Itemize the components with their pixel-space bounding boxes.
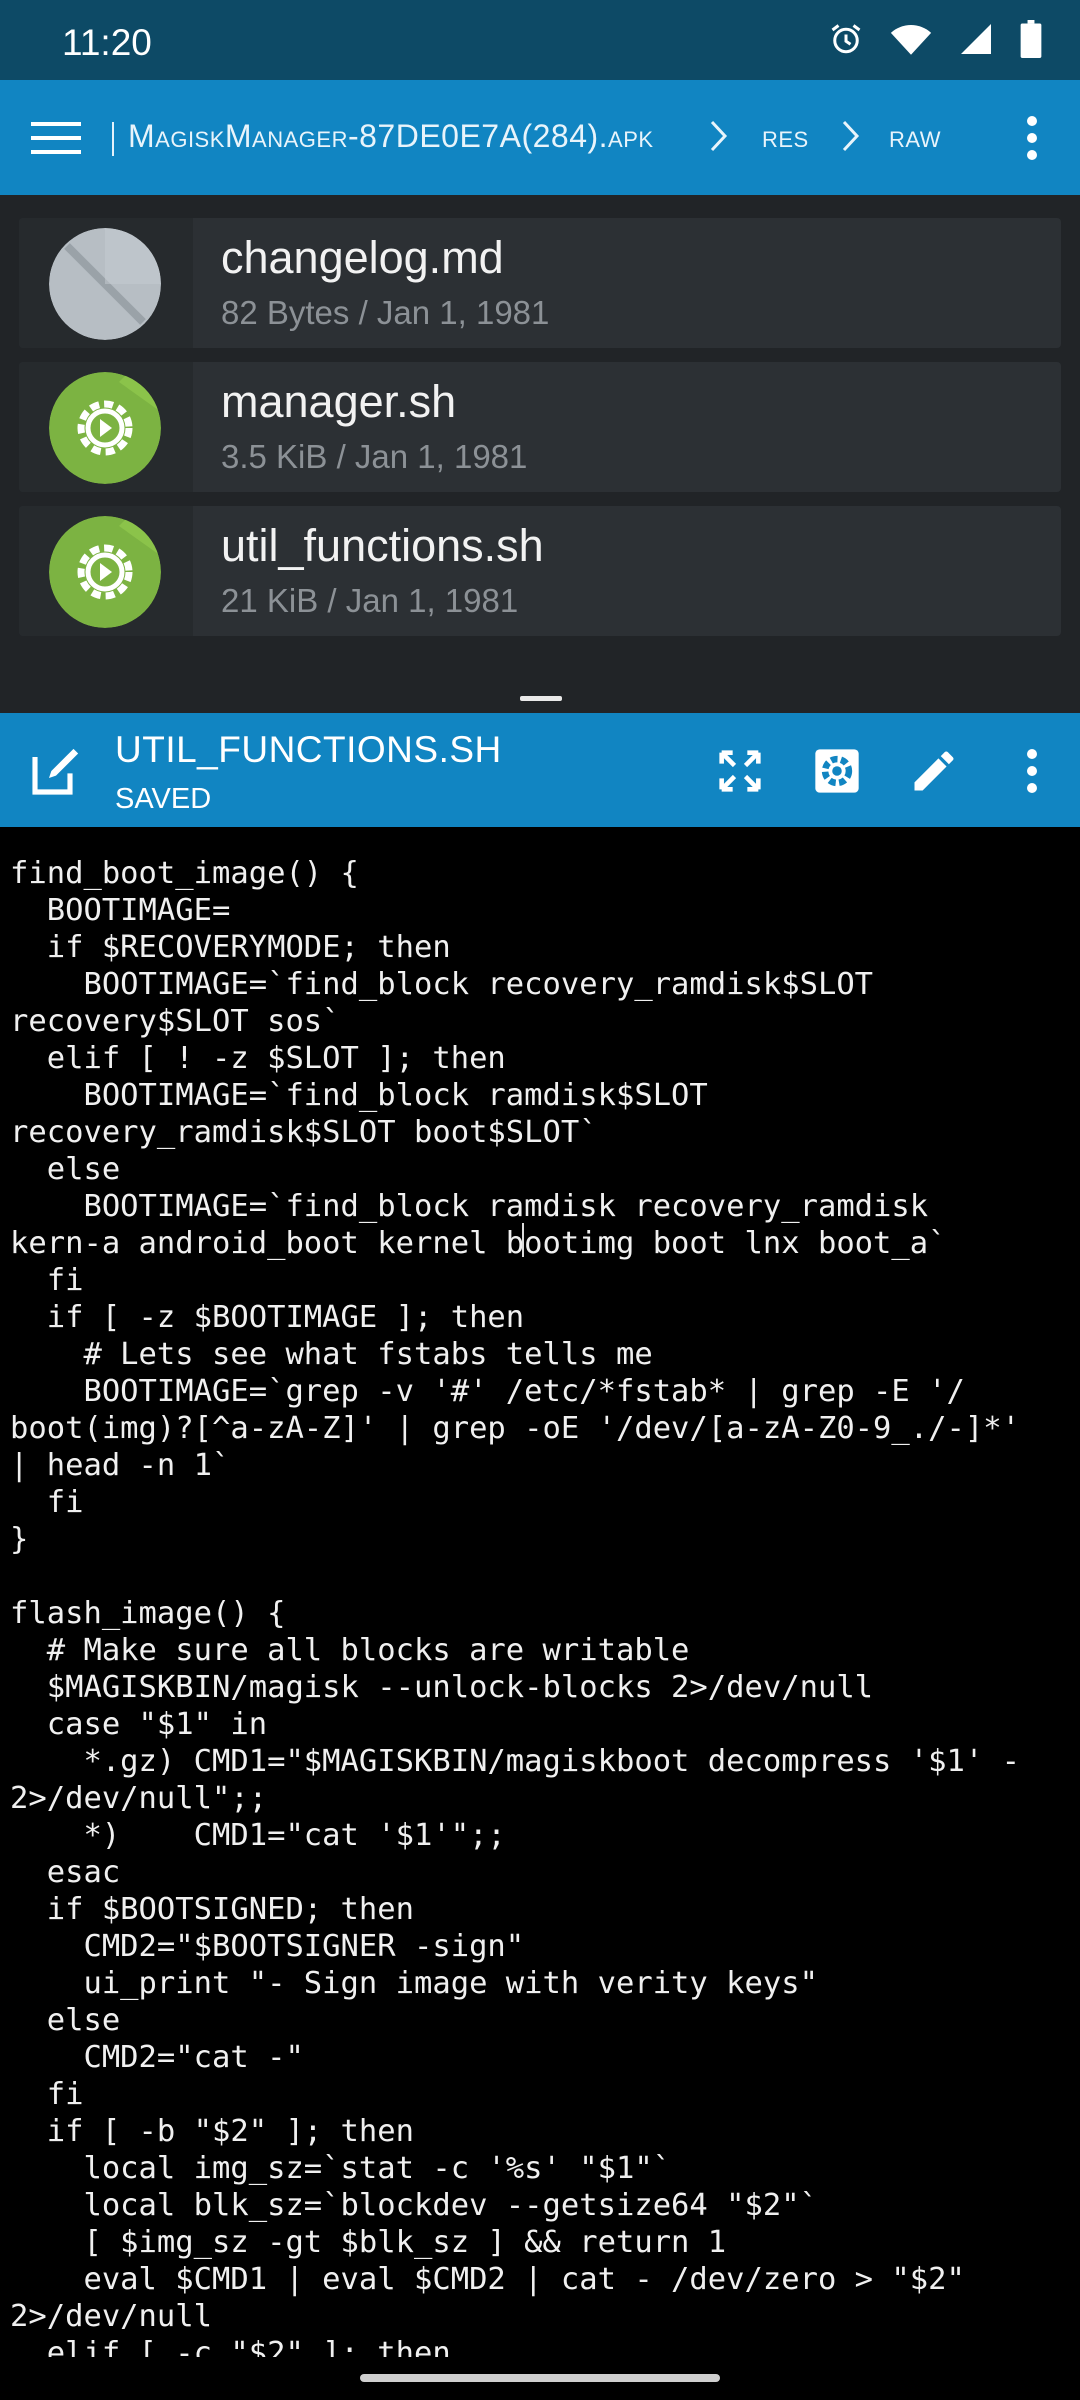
script-file-icon [49,372,161,484]
file-meta: 82 Bytes / Jan 1, 1981 [221,294,550,331]
app-toolbar: MagiskManager-87DE0E7A(284).apk res raw [0,80,1080,195]
chevron-right-icon [840,118,862,159]
split-divider[interactable] [0,685,1080,713]
breadcrumb-res[interactable]: res [762,118,809,155]
editor-header: UTIL_FUNCTIONS.SH SAVED [0,713,1080,827]
script-file-icon [49,516,161,628]
file-item-changelog[interactable]: changelog.md 82 Bytes / Jan 1, 1981 [19,218,1061,348]
status-time: 11:20 [62,22,152,63]
drag-handle[interactable] [520,696,562,701]
file-item-manager[interactable]: manager.sh 3.5 KiB / Jan 1, 1981 [19,362,1061,492]
navigation-bar [0,2357,1080,2400]
file-thumbnail [19,218,193,348]
edit-file-icon [28,743,84,804]
chevron-right-icon [708,118,730,159]
file-meta: 3.5 KiB / Jan 1, 1981 [221,438,528,475]
battery-icon [1020,20,1042,58]
status-bar: 11:20 [0,0,1080,80]
more-vert-icon[interactable] [1002,741,1062,801]
hamburger-menu-icon[interactable] [28,110,84,166]
breadcrumb-raw[interactable]: raw [889,118,941,155]
text-cursor [522,1223,524,1257]
alarm-icon [828,21,864,57]
settings-icon[interactable] [807,741,867,801]
file-item-util-functions[interactable]: util_functions.sh 21 KiB / Jan 1, 1981 [19,506,1061,636]
edit-pencil-icon[interactable] [904,741,964,801]
code-editor[interactable]: find_boot_image() { BOOTIMAGE= if $RECOV… [0,827,1080,2357]
more-vert-icon[interactable] [1004,108,1060,168]
generic-file-icon [49,228,161,340]
editor-save-status: SAVED [115,783,212,815]
path-separator [112,122,114,156]
status-icons [828,20,1042,58]
file-name: changelog.md [221,232,504,283]
file-meta: 21 KiB / Jan 1, 1981 [221,582,519,619]
file-name: util_functions.sh [221,520,544,571]
fullscreen-icon[interactable] [710,741,770,801]
home-gesture-handle[interactable] [360,2374,720,2382]
breadcrumb-apk[interactable]: MagiskManager-87DE0E7A(284).apk [128,118,654,155]
signal-icon [958,21,994,57]
file-thumbnail [19,506,193,636]
wifi-icon [890,21,932,57]
file-thumbnail [19,362,193,492]
editor-file-title: UTIL_FUNCTIONS.SH [115,729,502,770]
file-name: manager.sh [221,376,457,427]
code-content[interactable]: find_boot_image() { BOOTIMAGE= if $RECOV… [10,855,1020,2357]
file-list: changelog.md 82 Bytes / Jan 1, 1981 mana… [0,195,1080,685]
